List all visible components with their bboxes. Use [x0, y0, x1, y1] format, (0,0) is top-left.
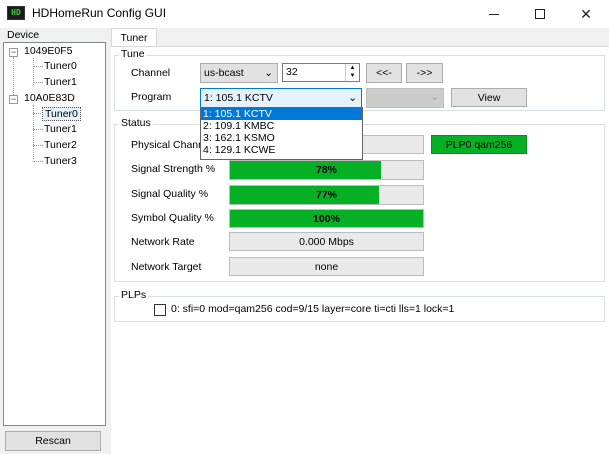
tree-line: [33, 145, 43, 146]
collapse-icon[interactable]: −: [9, 48, 18, 57]
tree-tuner[interactable]: Tuner0: [44, 60, 77, 72]
channel-map-select[interactable]: us-bcast ⌄: [200, 63, 278, 83]
view-button[interactable]: View: [451, 88, 527, 107]
program-option[interactable]: 4: 129.1 KCWE: [201, 144, 362, 156]
window-title: HDHomeRun Config GUI: [32, 6, 167, 20]
tree-line: [33, 58, 34, 85]
app-icon: HD: [7, 6, 25, 20]
title-bar: HD HDHomeRun Config GUI ✕: [0, 0, 609, 28]
symbol-quality-label: Symbol Quality %: [131, 212, 214, 224]
device-header: Device: [7, 29, 40, 41]
status-group-title: Status: [119, 117, 153, 129]
program-option[interactable]: 2: 109.1 KMBC: [201, 120, 362, 132]
network-rate-label: Network Rate: [131, 236, 195, 248]
program-option[interactable]: 1: 105.1 KCTV: [201, 108, 362, 120]
program-dropdown-list[interactable]: 1: 105.1 KCTV 2: 109.1 KMBC 3: 162.1 KSM…: [200, 107, 363, 160]
plp-status-badge: PLP0 qam256: [431, 135, 527, 154]
tree-line: [33, 161, 43, 162]
channel-label: Channel: [131, 67, 171, 79]
tree-tuner[interactable]: Tuner1: [44, 123, 77, 135]
program-label: Program: [131, 91, 172, 103]
spin-up-icon[interactable]: ▲: [345, 64, 359, 72]
channel-number-value: 32: [286, 66, 298, 78]
tree-tuner[interactable]: Tuner1: [44, 76, 77, 88]
tree-device[interactable]: 10A0E83D: [24, 92, 75, 104]
minimize-icon: [489, 13, 499, 15]
network-rate-field: 0.000 Mbps: [229, 232, 424, 251]
plps-group-title: PLPs: [119, 289, 149, 301]
tree-tuner[interactable]: Tuner2: [44, 139, 77, 151]
collapse-icon[interactable]: −: [9, 95, 18, 104]
spin-down-icon[interactable]: ▼: [345, 72, 359, 81]
tree-tuner-selected[interactable]: Tuner0: [42, 107, 81, 121]
close-button[interactable]: ✕: [563, 0, 609, 28]
maximize-icon: [535, 9, 545, 19]
plp-item-text: 0: sfi=0 mod=qam256 cod=9/15 layer=core …: [171, 303, 455, 315]
signal-strength-text: 78%: [315, 164, 337, 176]
program-select[interactable]: 1: 105.1 KCTV ⌄: [200, 88, 362, 108]
channel-number-input[interactable]: 32 ▲ ▼: [282, 63, 360, 82]
maximize-button[interactable]: [517, 0, 563, 28]
symbol-quality-bar: 100%: [229, 209, 424, 228]
tree-line: [33, 66, 43, 67]
chevron-down-icon: ⌄: [348, 92, 357, 104]
device-tree[interactable]: − 1049E0F5 Tuner0 Tuner1 − 10A0E83D Tune…: [3, 42, 106, 426]
tree-tuner[interactable]: Tuner3: [44, 155, 77, 167]
tree-line: [33, 82, 43, 83]
signal-quality-bar: 77%: [229, 185, 424, 205]
signal-quality-text: 77%: [315, 189, 337, 201]
program-value: 1: 105.1 KCTV: [204, 92, 273, 104]
next-channel-button[interactable]: ->>: [406, 63, 443, 83]
program-option[interactable]: 3: 162.1 KSMO: [201, 132, 362, 144]
rescan-button[interactable]: Rescan: [5, 431, 101, 451]
chevron-down-icon: ⌄: [264, 67, 273, 79]
network-target-field: none: [229, 257, 424, 276]
signal-quality-label: Signal Quality %: [131, 188, 209, 200]
close-icon: ✕: [580, 5, 592, 22]
plp-checkbox[interactable]: [154, 304, 166, 316]
second-select[interactable]: ⌄: [366, 88, 444, 108]
symbol-quality-text: 100%: [313, 212, 340, 225]
channel-map-value: us-bcast: [204, 67, 244, 79]
network-target-label: Network Target: [131, 261, 202, 273]
tune-group-title: Tune: [119, 48, 147, 60]
tab-tuner[interactable]: Tuner: [111, 28, 157, 47]
minimize-button[interactable]: [471, 0, 517, 28]
tree-device[interactable]: 1049E0F5: [24, 45, 72, 57]
tree-line: [13, 57, 14, 97]
chevron-down-icon: ⌄: [430, 91, 439, 103]
tree-line: [33, 129, 43, 130]
signal-strength-label: Signal Strength %: [131, 163, 216, 175]
signal-strength-bar: 78%: [229, 160, 424, 180]
prev-channel-button[interactable]: <<-: [366, 63, 402, 83]
